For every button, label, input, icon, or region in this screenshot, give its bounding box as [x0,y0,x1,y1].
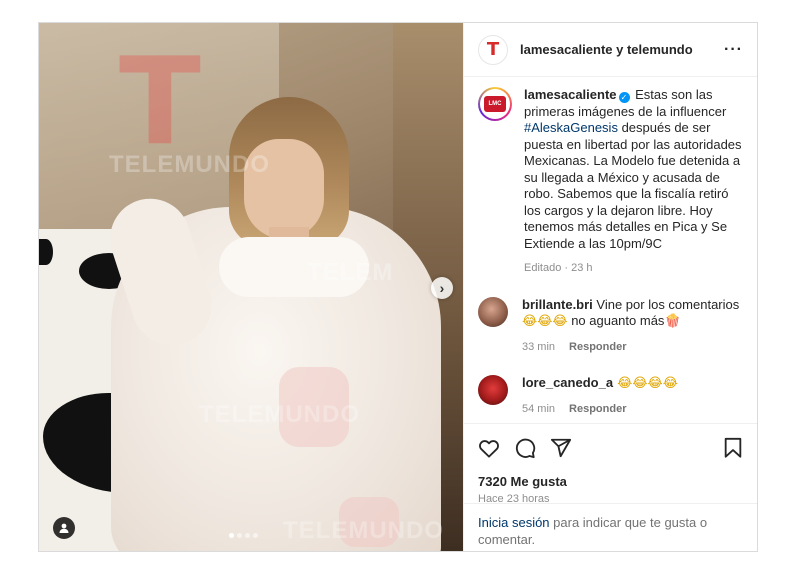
carousel-dot [237,533,242,538]
watermark-text: TELEMUNDO [199,401,360,428]
user-tag-button[interactable] [53,517,75,539]
comment-item: brillante.bri Vine por los comentarios 😂… [478,296,743,356]
login-link[interactable]: Inicia sesión [478,515,550,530]
save-button[interactable] [723,437,743,459]
comment-text: Vine por los comentarios [592,296,740,312]
more-icon[interactable]: ··· [724,41,743,59]
post-actions: 7320 Me gusta Hace 23 horas [464,423,757,505]
share-icon [550,438,572,458]
commenter-avatar[interactable] [478,375,508,405]
watermark-text: TELEMUNDO [283,517,444,544]
reply-button[interactable]: Responder [569,339,626,356]
comment-time[interactable]: 54 min [522,401,555,418]
post-media[interactable]: T T T TELEMUNDO TELEMUNDO TELEMUNDO TELE… [39,23,463,551]
reply-button[interactable]: Responder [569,401,626,418]
caption-avatar[interactable]: LMC [478,87,512,121]
heart-icon [479,440,499,458]
cow-spot [39,239,53,265]
author-avatar[interactable]: T [478,34,508,65]
likes-count[interactable]: 7320 Me gusta [478,474,743,489]
lamesacaliente-logo-icon: LMC [484,96,506,112]
next-slide-button[interactable]: › [431,277,453,299]
post-side-panel: T lamesacaliente y telemundo ··· LMC lam… [463,23,757,551]
post-header: T lamesacaliente y telemundo ··· [464,23,757,77]
watermark-text: TELEMUNDO [109,151,270,178]
comments-section[interactable]: LMC lamesacaliente ✓ Estas son las primer… [464,77,757,423]
share-button[interactable] [550,437,572,459]
chevron-right-icon: › [439,280,445,296]
verified-icon: ✓ [618,92,630,103]
comment-time[interactable]: 33 min [522,339,555,356]
instagram-post: T T T TELEMUNDO TELEMUNDO TELEMUNDO TELE… [38,22,758,552]
laughing-emoji-icon: 😂😂😂 [522,314,568,329]
caption-meta: Editado · 23 h [524,262,593,274]
user-tag-icon [59,523,69,533]
comment-username[interactable]: lore_canedo_a [522,375,613,390]
caption-hashtag[interactable]: #AleskaGenesis [524,120,618,135]
commenter-avatar[interactable] [478,296,508,327]
carousel-indicators [229,533,258,538]
carousel-dot [253,533,258,538]
post-caption: LMC lamesacaliente ✓ Estas son las primer… [478,87,743,277]
caption-username[interactable]: lamesacaliente [524,87,617,102]
comment-icon [515,438,536,459]
bookmark-icon [724,437,742,458]
telemundo-logo-icon: T [486,39,500,60]
login-prompt: Inicia sesión para indicar que te gusta … [464,503,757,551]
watermark-text: TELEM [307,259,394,286]
comment-button[interactable] [514,437,536,459]
caption-text-continued: después de ser puesta en libertad por la… [524,120,742,251]
carousel-dot [229,533,234,538]
carousel-dot [245,533,250,538]
popcorn-emoji-icon: 🍿 [664,314,681,329]
comment-item: lore_canedo_a 😂😂😂😂 54 min Responder [478,375,743,417]
laughing-emoji-icon: 😂😂😂😂 [613,376,678,391]
author-names[interactable]: lamesacaliente y telemundo [520,42,693,57]
comment-text-continued: no aguanto más [567,313,665,328]
like-button[interactable] [478,438,500,458]
comment-username[interactable]: brillante.bri [522,297,593,312]
